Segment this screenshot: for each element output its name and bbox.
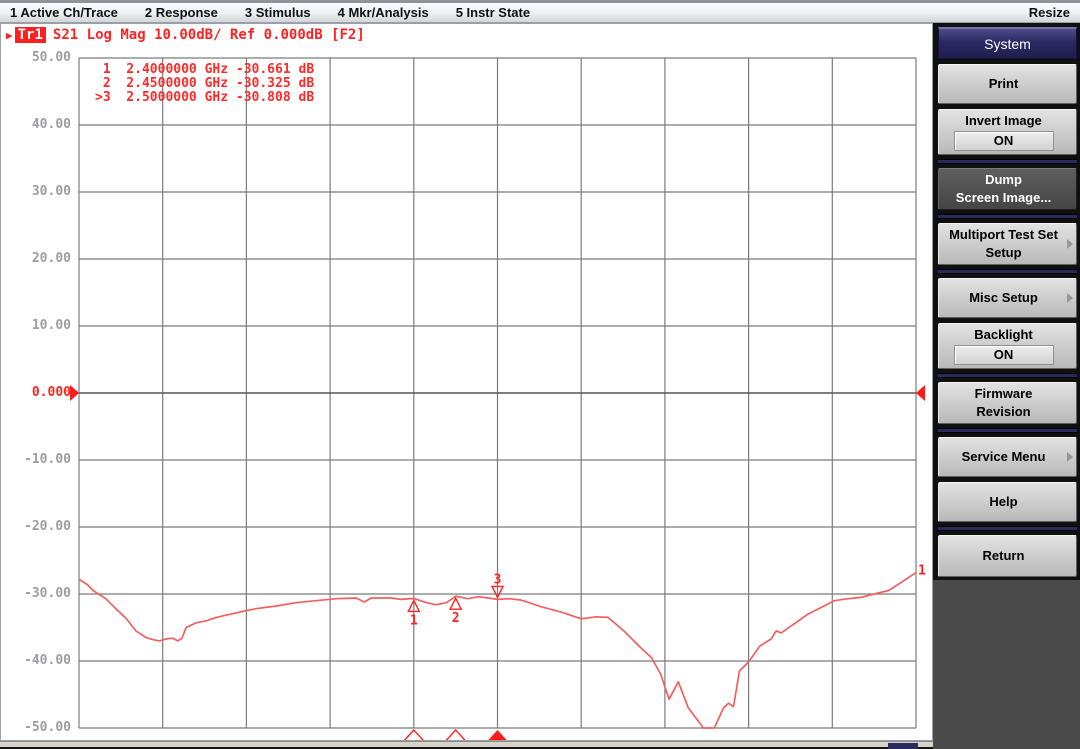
menu-bar: 1 Active Ch/Trace 2 Response 3 Stimulus … [0, 0, 1080, 23]
system-menu-title: System [938, 27, 1077, 59]
softkey-separator [938, 428, 1077, 433]
y-axis-label: 30.00 [1, 184, 71, 200]
marker-number-label: 1 [410, 613, 418, 628]
softkey-label: Firmware [975, 386, 1033, 402]
softkey-label: Backlight [974, 327, 1033, 343]
ref-level-arrow-left-icon [70, 385, 79, 401]
softkey-label: Return [983, 548, 1025, 564]
marker-stimulus-triangle[interactable] [404, 730, 424, 740]
y-axis-label: 10.00 [1, 318, 71, 334]
toggle-state-value: ON [954, 345, 1054, 365]
bottom-strip-accent [888, 743, 918, 749]
toggle-state-value: ON [954, 131, 1054, 151]
y-axis-label: 0.000 [1, 385, 71, 401]
softkey-help[interactable]: Help [938, 482, 1077, 522]
softkey-misc-setup[interactable]: Misc Setup [938, 278, 1077, 318]
resize-button[interactable]: Resize [1029, 5, 1070, 20]
y-axis-label: 40.00 [1, 117, 71, 133]
softkey-label: Invert Image [965, 113, 1042, 129]
marker-stimulus-triangle-active[interactable] [488, 730, 508, 740]
softkey-label: Service Menu [962, 449, 1046, 465]
marker-stimulus-triangle[interactable] [446, 730, 466, 740]
softkey-label: Dump [985, 172, 1022, 188]
softkey-column: System Print Invert Image ON Dump Screen… [933, 23, 1080, 580]
softkey-backlight[interactable]: Backlight ON [938, 323, 1077, 369]
softkey-dump-screen-image[interactable]: Dump Screen Image... [938, 168, 1077, 210]
menu-active-ch-trace[interactable]: 1 Active Ch/Trace [10, 5, 118, 20]
softkey-multiport-test-set-setup[interactable]: Multiport Test Set Setup [938, 223, 1077, 265]
softkey-label: Multiport Test Set [949, 227, 1058, 243]
y-axis-label: -30.00 [1, 586, 71, 602]
y-axis-label: 50.00 [1, 50, 71, 66]
instrument-screen: 1 Active Ch/Trace 2 Response 3 Stimulus … [0, 0, 1080, 749]
softkey-invert-image[interactable]: Invert Image ON [938, 109, 1077, 155]
y-axis-label: -40.00 [1, 653, 71, 669]
softkey-label: Screen Image... [956, 190, 1051, 206]
trace-settings-text: S21 Log Mag 10.00dB/ Ref 0.000dB [F2] [53, 27, 365, 43]
menu-response[interactable]: 2 Response [145, 5, 218, 20]
active-trace-arrow-icon: ▶ [6, 29, 13, 42]
y-axis-label: -10.00 [1, 452, 71, 468]
softkey-label: Help [989, 494, 1017, 510]
marker-number-label: 2 [452, 611, 460, 626]
bottom-status-strip [0, 741, 933, 747]
softkey-separator [938, 269, 1077, 274]
softkey-label: Print [989, 76, 1019, 92]
trace-number-label: 1 [918, 564, 926, 579]
softkey-separator [938, 373, 1077, 378]
menu-mkr-analysis[interactable]: 4 Mkr/Analysis [338, 5, 429, 20]
softkey-service-menu[interactable]: Service Menu [938, 437, 1077, 477]
plot-svg: 1 2 3 1 [1, 24, 932, 740]
softkey-print[interactable]: Print [938, 64, 1077, 104]
softkey-separator [938, 526, 1077, 531]
softkey-return[interactable]: Return [938, 535, 1077, 577]
softkey-label: Revision [976, 404, 1030, 420]
trace-badge[interactable]: Tr1 [15, 27, 46, 43]
y-axis-label: -20.00 [1, 519, 71, 535]
submenu-arrow-icon [1067, 239, 1073, 249]
marker-readout: 1 2.4000000 GHz -30.661 dB 2 2.4500000 G… [95, 63, 314, 105]
softkey-sidebar: System Print Invert Image ON Dump Screen… [933, 23, 1080, 749]
display-panel: 1 2 3 1 ▶ Tr1 S21 Log Mag 10.00dB/ Ref 0.00… [0, 23, 933, 741]
y-axis-label: 20.00 [1, 251, 71, 267]
softkey-separator [938, 214, 1077, 219]
submenu-arrow-icon [1067, 293, 1073, 303]
menu-stimulus[interactable]: 3 Stimulus [245, 5, 311, 20]
submenu-arrow-icon [1067, 452, 1073, 462]
y-axis-label: -50.00 [1, 720, 71, 736]
softkey-label: Misc Setup [969, 290, 1038, 306]
softkey-label: Setup [985, 245, 1021, 261]
marker-number-label: 3 [494, 572, 502, 587]
softkey-firmware-revision[interactable]: Firmware Revision [938, 382, 1077, 424]
trace-header: ▶ Tr1 S21 Log Mag 10.00dB/ Ref 0.000dB [… [6, 27, 365, 43]
menu-instr-state[interactable]: 5 Instr State [456, 5, 530, 20]
ref-level-arrow-right-icon [916, 385, 925, 401]
softkey-separator [938, 159, 1077, 164]
